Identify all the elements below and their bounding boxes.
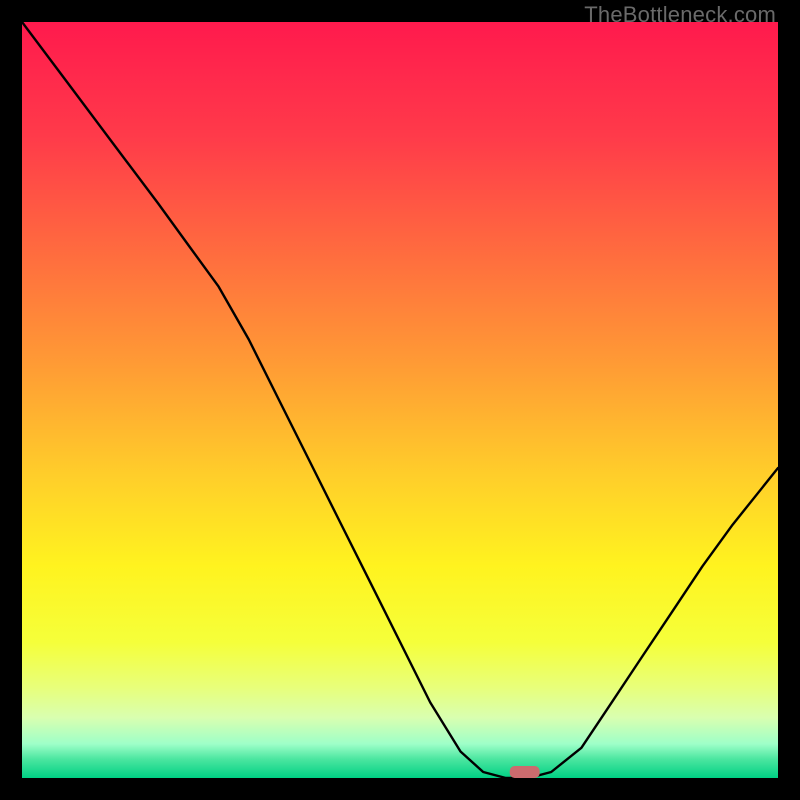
chart-background [22, 22, 778, 778]
chart-svg [22, 22, 778, 778]
optimal-point-marker [510, 766, 540, 778]
chart-frame [22, 22, 778, 778]
